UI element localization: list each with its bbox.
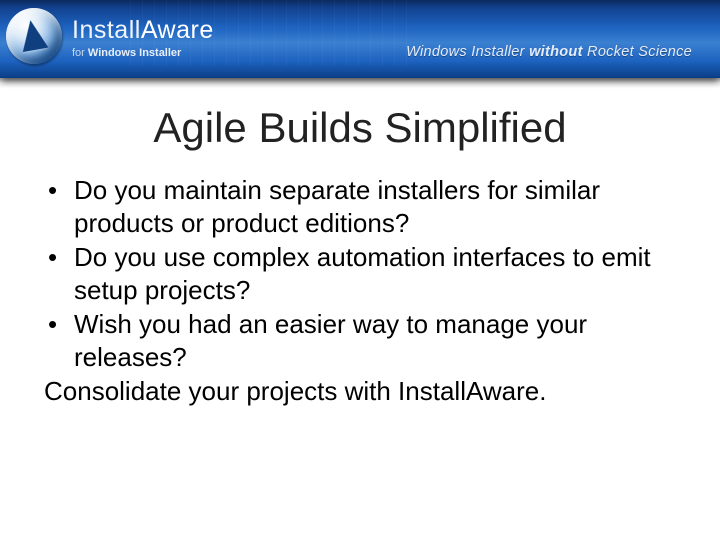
bullet-list: Do you maintain separate installers for …: [44, 174, 662, 373]
header-tagline: Windows Installer without Rocket Science: [406, 44, 692, 60]
tagline-prefix: Windows Installer: [406, 44, 529, 60]
slide: InstallAware for Windows Installer Windo…: [0, 0, 720, 540]
brand-sub-wi: Windows Installer: [88, 47, 181, 59]
list-item: Do you use complex automation interfaces…: [44, 241, 662, 306]
header-bar: InstallAware for Windows Installer Windo…: [0, 0, 720, 78]
list-item: Wish you had an easier way to manage you…: [44, 308, 662, 373]
tagline-emphasis: without: [529, 44, 583, 60]
brand-name: InstallAware: [72, 18, 214, 43]
brand-sub-for: for: [72, 47, 88, 59]
slide-title: Agile Builds Simplified: [0, 104, 720, 152]
slide-body: Do you maintain separate installers for …: [44, 174, 662, 408]
closing-line: Consolidate your projects with InstallAw…: [44, 375, 662, 408]
brand-subtitle: for Windows Installer: [72, 48, 214, 59]
brand-name-aware: Aware: [141, 16, 214, 44]
tagline-suffix: Rocket Science: [583, 44, 692, 60]
brand-logo-icon: [4, 6, 68, 70]
list-item: Do you maintain separate installers for …: [44, 174, 662, 239]
header-shadow: [0, 78, 720, 88]
brand-block: InstallAware for Windows Installer: [4, 6, 214, 70]
brand-text: InstallAware for Windows Installer: [72, 18, 214, 59]
brand-name-install: Install: [72, 16, 141, 44]
